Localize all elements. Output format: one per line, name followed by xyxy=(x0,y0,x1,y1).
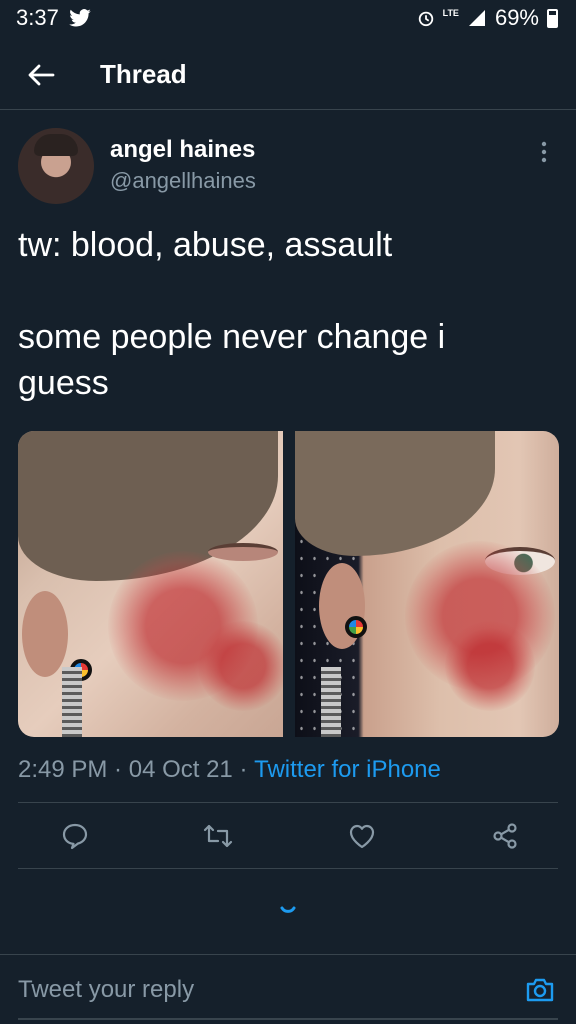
photo-hair-shape xyxy=(294,431,495,556)
twitter-bird-icon xyxy=(69,9,91,27)
meta-separator: · xyxy=(232,756,255,783)
tweet-actions xyxy=(18,806,558,866)
battery-icon xyxy=(547,8,558,28)
like-button[interactable] xyxy=(345,819,379,853)
photo-injury-mark xyxy=(444,621,535,711)
photo-chain-shape xyxy=(62,667,82,737)
author-handle[interactable]: @angellhaines xyxy=(110,166,256,196)
author-names: angel haines @angellhaines xyxy=(110,134,256,208)
tweet-photo-1[interactable] xyxy=(18,431,283,737)
signal-strength-icon xyxy=(468,10,485,26)
photo-eye-shape xyxy=(208,543,278,561)
camera-icon xyxy=(526,978,554,1001)
retweet-button[interactable] xyxy=(201,819,235,853)
thread-screen: 3:37 LTE 69% Thread angel haines @angell… xyxy=(0,0,576,1024)
status-bar: 3:37 LTE 69% xyxy=(0,0,576,36)
share-button[interactable] xyxy=(488,819,522,853)
loading-spinner-icon xyxy=(280,906,296,913)
page-title: Thread xyxy=(100,59,187,89)
more-options-button[interactable] xyxy=(532,136,556,168)
status-bar-right: LTE 69% xyxy=(417,5,558,31)
tweet-media xyxy=(18,431,559,737)
network-type-label: LTE xyxy=(442,8,459,18)
tweet-photo-2[interactable] xyxy=(294,431,559,737)
tweet-text: tw: blood, abuse, assault some people ne… xyxy=(18,226,446,402)
reply-input[interactable] xyxy=(18,975,478,1004)
share-nodes-icon xyxy=(493,823,517,849)
reply-composer xyxy=(0,954,576,1024)
more-vertical-icon xyxy=(541,141,547,163)
photo-chain-shape xyxy=(320,667,341,737)
retweet-icon xyxy=(204,824,233,848)
photo-injury-mark xyxy=(198,621,283,711)
heart-icon xyxy=(349,824,374,849)
status-bar-left: 3:37 xyxy=(16,5,91,31)
tweet-date: 04 Oct 21 xyxy=(128,756,233,783)
tweet-source-link[interactable]: Twitter for iPhone xyxy=(254,756,441,784)
reply-bubble-icon xyxy=(62,823,88,850)
reply-input-underline xyxy=(18,1018,558,1020)
camera-button[interactable] xyxy=(520,970,560,1010)
divider xyxy=(18,802,558,803)
back-arrow-icon xyxy=(28,64,55,85)
reply-button[interactable] xyxy=(58,819,92,853)
tweet-time: 2:49 PM xyxy=(18,756,108,783)
back-button[interactable] xyxy=(10,45,72,105)
avatar[interactable] xyxy=(18,128,94,204)
status-time: 3:37 xyxy=(16,5,59,30)
photo-ear-shape xyxy=(22,591,68,677)
app-header: Thread xyxy=(0,40,576,110)
author-display-name[interactable]: angel haines xyxy=(110,134,256,166)
divider xyxy=(18,868,558,869)
battery-percent: 69% xyxy=(494,5,539,30)
alarm-clock-icon xyxy=(418,11,433,27)
tweet-author: angel haines @angellhaines xyxy=(18,128,558,208)
photo-earring-shape xyxy=(344,616,367,638)
tweet-meta: 2:49 PM · 04 Oct 21 · Twitter for iPhone xyxy=(18,752,558,788)
meta-separator: · xyxy=(107,756,129,783)
